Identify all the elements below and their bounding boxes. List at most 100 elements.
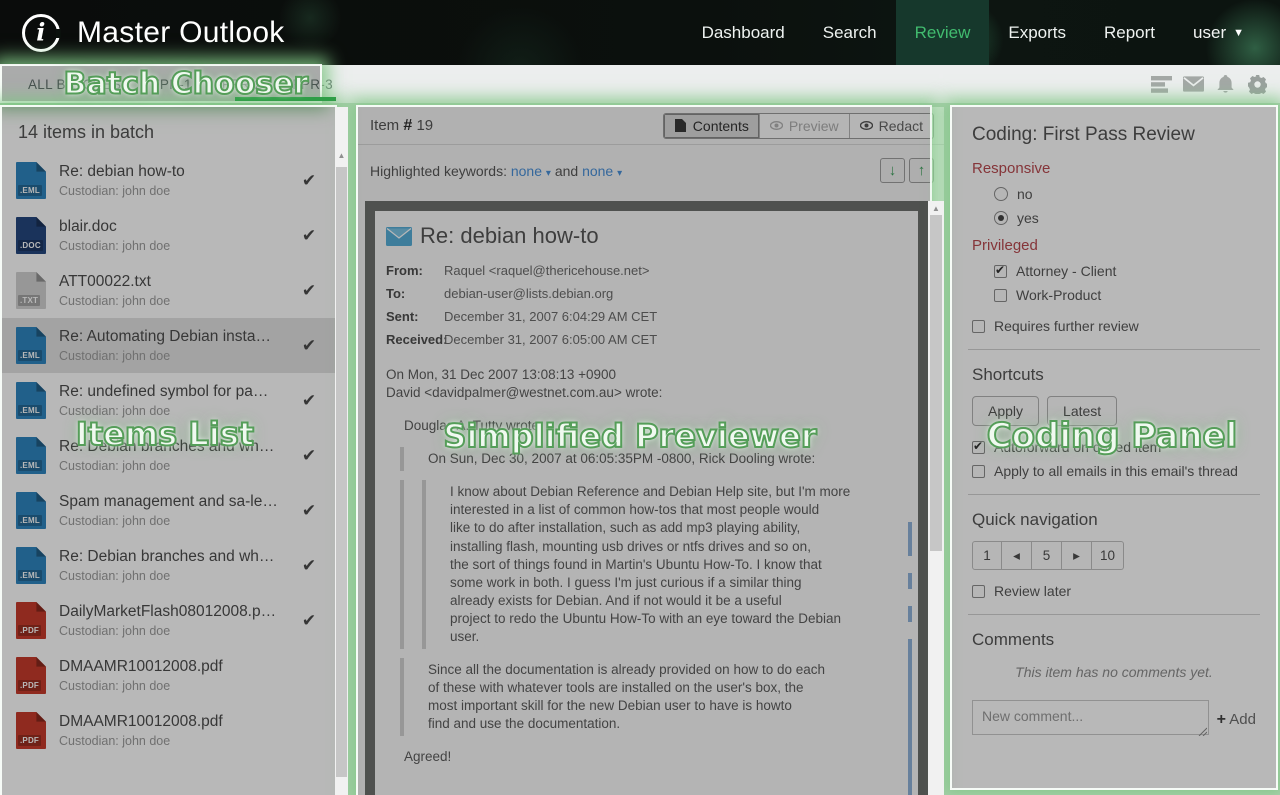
list-icon[interactable] [1151,74,1172,95]
radio-responsive-no[interactable]: no [994,186,1256,202]
item-title: ATT00022.txt [59,273,293,291]
item-title: Re: Automating Debian insta… [59,328,293,346]
keywords-bar: Highlighted keywords: none ▾ and none ▾ … [358,145,944,196]
file-ext-label: .EML [18,515,42,526]
comment-input-row: + Add [972,700,1256,740]
list-item[interactable]: .DOCblair.docCustodian: john doe✔ [2,208,335,263]
keyword-dropdown-2[interactable]: none ▾ [582,163,622,179]
checkbox-requires-further-review[interactable]: Requires further review [972,318,1256,334]
annotation-label-batch-chooser: Batch Chooser [64,67,309,102]
previewer-header: Item # 19 ContentsPreviewRedact [358,107,944,145]
nav-item-search[interactable]: Search [804,0,896,65]
item-text: DailyMarketFlash08012008.p…Custodian: jo… [59,603,293,638]
list-item[interactable]: .PDFDMAAMR10012008.pdfCustodian: john do… [2,648,335,703]
previous-page-button[interactable]: ◂ [1002,541,1032,570]
list-item[interactable]: .TXTATT00022.txtCustodian: john doe✔ [2,263,335,318]
eye-icon [860,119,873,132]
checkbox-attorney-client[interactable]: Attorney - Client [994,263,1256,279]
current-page-button[interactable]: 5 [1032,541,1062,570]
keyword-dropdown-1[interactable]: none ▾ [511,163,551,179]
file-type-icon-eml: .EML [16,162,46,199]
redact-view-button[interactable]: Redact [849,114,933,138]
checkbox-work-product[interactable]: Work-Product [994,287,1256,303]
brand[interactable]: Master Outlook [22,0,285,65]
nav-item-dashboard[interactable]: Dashboard [683,0,804,65]
item-custodian: Custodian: john doe [59,239,293,253]
item-custodian: Custodian: john doe [59,624,293,638]
item-title: Re: Debian branches and wh… [59,548,293,566]
user-menu-label: user [1193,23,1226,43]
email-quote-block: I know about Debian Reference and Debian… [386,483,894,646]
email-header-row: From: Raquel <raquel@thericehouse.net> [386,259,894,282]
list-item[interactable]: .EMLRe: Debian branches and wh…Custodian… [2,538,335,593]
nav-item-exports[interactable]: Exports [989,0,1085,65]
new-comment-input[interactable] [972,700,1209,735]
list-item[interactable]: .EMLRe: Automating Debian insta…Custodia… [2,318,335,373]
email-quote-block: On Mon, 31 Dec 2007 13:08:13 +0900 David… [386,366,894,402]
check-icon: ✔ [297,556,321,576]
keywords-text: Highlighted keywords: none ▾ and none ▾ [370,163,622,179]
check-icon: ✔ [297,171,321,191]
divider [968,494,1260,495]
list-item[interactable]: .PDFDailyMarketFlash08012008.p…Custodian… [2,593,335,648]
file-type-icon-pdf: .PDF [16,657,46,694]
gear-icon[interactable] [1247,74,1268,95]
item-text: DMAAMR10012008.pdfCustodian: john doe [59,713,293,748]
batch-bar-icons [1151,65,1268,103]
file-type-icon-doc: .DOC [16,217,46,254]
list-item[interactable]: .PDFDMAAMR10012008.pdfCustodian: john do… [2,703,335,758]
chevron-down-icon: ▾ [546,168,551,179]
responsive-label: Responsive [972,160,1256,177]
add-comment-button[interactable]: + Add [1217,711,1256,729]
radio-icon [994,187,1008,201]
eye-icon [770,119,783,132]
contents-view-button[interactable]: Contents [664,114,759,138]
file-ext-label: .EML [18,405,42,416]
file-ext-label: .EML [18,185,42,196]
preview-view-button[interactable]: Preview [759,114,849,138]
item-text: blair.docCustodian: john doe [59,218,293,253]
previewer-scrollbar-thumb[interactable] [930,215,942,551]
checkbox-checked-icon [972,441,985,454]
list-item[interactable]: .EMLSpam management and sa-le…Custodian:… [2,483,335,538]
quick-navigation-title: Quick navigation [972,510,1256,530]
annotation-label-items-list: Items List [76,415,254,453]
shortcuts-title: Shortcuts [972,365,1256,385]
first-page-button[interactable]: 1 [972,541,1002,570]
checkbox-apply-to-thread[interactable]: Apply to all emails in this email's thre… [972,463,1256,479]
previous-hit-button[interactable]: ↑ [909,158,934,183]
divider [968,349,1260,350]
last-page-button[interactable]: 10 [1092,541,1124,570]
previewer-scrollbar[interactable]: ▲ [928,201,944,795]
quote-border [400,447,404,471]
next-hit-button[interactable]: ↓ [880,158,905,183]
privileged-label: Privileged [972,237,1256,254]
nav-item-report[interactable]: Report [1085,0,1174,65]
items-scrollbar[interactable]: ▲ [335,107,348,795]
check-icon: ✔ [297,611,321,631]
annotation-label-previewer: Simplified Previewer [443,417,816,455]
nav-item-review[interactable]: Review [896,0,990,65]
envelope-icon [386,227,412,246]
bell-icon[interactable] [1215,74,1236,95]
radio-responsive-yes[interactable]: yes [994,210,1256,226]
check-icon: ✔ [297,336,321,356]
user-menu[interactable]: user ▼ [1174,23,1258,43]
email-header-row: To: debian-user@lists.debian.org [386,282,894,305]
item-title: DMAAMR10012008.pdf [59,713,293,731]
mail-icon[interactable] [1183,74,1204,95]
brand-title: Master Outlook [77,16,285,50]
radio-selected-icon [994,211,1008,225]
quote-depth-marker [908,639,912,795]
quote-depth-marker [908,573,912,589]
items-scrollbar-thumb[interactable] [336,167,347,777]
checkbox-review-later[interactable]: Review later [972,583,1256,599]
email-document: Re: debian how-to From: Raquel <raquel@t… [375,211,918,795]
list-item[interactable]: .EMLRe: debian how-toCustodian: john doe… [2,153,335,208]
quote-border [400,658,404,736]
item-text: Re: undefined symbol for pa…Custodian: j… [59,383,293,418]
email-header-row: Sent: December 31, 2007 6:04:29 AM CET [386,305,894,328]
scroll-up-icon[interactable]: ▲ [335,151,348,160]
next-page-button[interactable]: ▸ [1062,541,1092,570]
scroll-up-icon[interactable]: ▲ [928,204,944,213]
